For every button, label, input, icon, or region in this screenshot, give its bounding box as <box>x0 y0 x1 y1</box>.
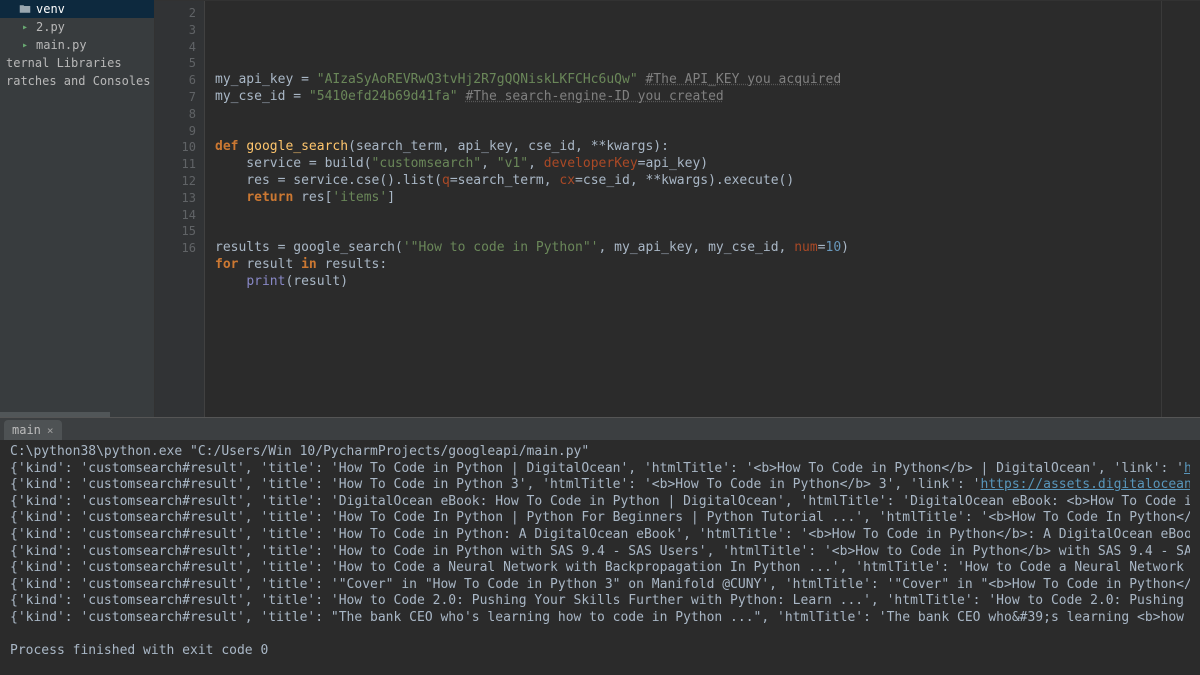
run-tab-label: main <box>12 423 41 437</box>
run-output[interactable]: C:\python38\python.exe "C:/Users/Win 10/… <box>0 440 1200 675</box>
run-tab-bar[interactable]: main × <box>0 418 1200 440</box>
close-icon[interactable]: × <box>47 424 54 437</box>
tree-item-label: ratches and Consoles <box>6 74 151 88</box>
python-file-icon: ▸ <box>18 20 32 34</box>
tree-item-label: venv <box>36 2 65 16</box>
right-margin-guide <box>1161 1 1162 417</box>
output-link[interactable]: https://www.digitalocean.com/community/t… <box>1184 461 1190 476</box>
run-panel: main × C:\python38\python.exe "C:/Users/… <box>0 417 1200 675</box>
tree-item-label: ternal Libraries <box>6 56 122 70</box>
folder-icon <box>18 2 32 16</box>
python-file-icon: ▸ <box>18 38 32 52</box>
tree-item-label: main.py <box>36 38 87 52</box>
project-sidebar[interactable]: venv ▸ 2.py ▸ main.py ternal Libraries ratches… <box>0 0 155 417</box>
editor-area: 2345678910111213141516 my_api_key = "AIz… <box>155 0 1200 417</box>
code-editor[interactable]: 2345678910111213141516 my_api_key = "AIz… <box>155 0 1200 417</box>
line-gutter: 2345678910111213141516 <box>155 1 205 417</box>
tree-item-ternal-libraries[interactable]: ternal Libraries <box>0 54 154 72</box>
tree-item-2-py[interactable]: ▸ 2.py <box>0 18 154 36</box>
tree-item-ratches-and-consoles[interactable]: ratches and Consoles <box>0 72 154 90</box>
tree-item-main-py[interactable]: ▸ main.py <box>0 36 154 54</box>
code-content[interactable]: my_api_key = "AIzaSyAoREVRwQ3tvHj2R7gQQN… <box>205 1 1200 417</box>
run-tab-main[interactable]: main × <box>4 420 62 440</box>
tree-item-venv[interactable]: venv <box>0 0 154 18</box>
output-link[interactable]: https://assets.digitalocean.com/books/py… <box>981 477 1190 492</box>
tree-item-label: 2.py <box>36 20 65 34</box>
